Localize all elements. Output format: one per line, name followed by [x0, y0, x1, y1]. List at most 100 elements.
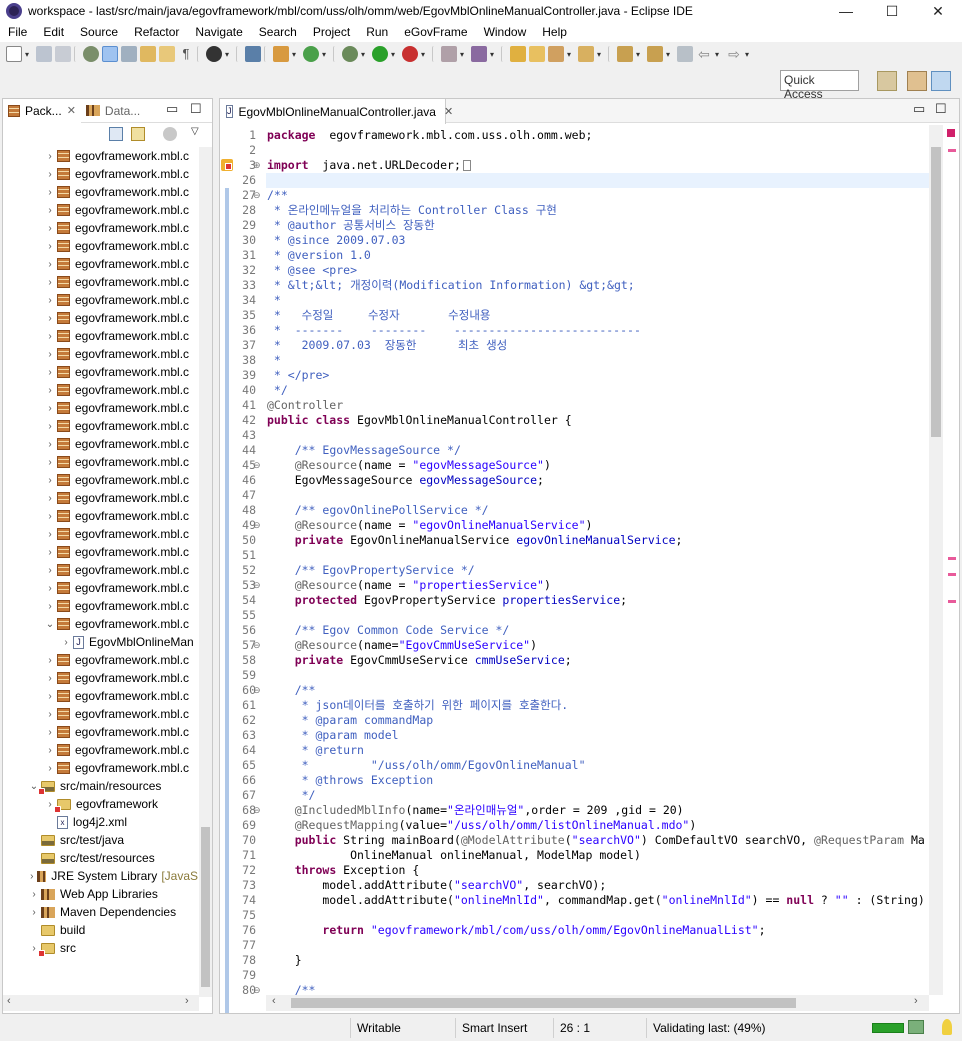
- forward-dropdown-icon[interactable]: ▾: [745, 50, 753, 59]
- maximize-button[interactable]: ☐: [869, 0, 915, 22]
- save-all-icon[interactable]: [55, 46, 71, 62]
- expand-arrow-icon[interactable]: ›: [43, 277, 57, 288]
- egov-perspective-icon[interactable]: [931, 71, 951, 91]
- expand-arrow-icon[interactable]: ›: [43, 241, 57, 252]
- expand-arrow-icon[interactable]: ›: [43, 745, 57, 756]
- tree-item[interactable]: › egovframework.mbl.c: [3, 705, 198, 723]
- paragraph-icon[interactable]: ¶: [178, 46, 194, 62]
- code-line[interactable]: @Resource(name = "egovOnlineManualServic…: [267, 518, 593, 533]
- tree-item[interactable]: › egovframework.mbl.c: [3, 741, 198, 759]
- code-line[interactable]: *: [267, 353, 281, 368]
- code-line[interactable]: * @throws Exception: [267, 773, 434, 788]
- tree-item[interactable]: ⌄ egovframework.mbl.c: [3, 615, 198, 633]
- tree-item[interactable]: › egovframework.mbl.c: [3, 435, 198, 453]
- code-line[interactable]: */: [267, 383, 288, 398]
- expand-arrow-icon[interactable]: ›: [43, 421, 57, 432]
- expand-arrow-icon[interactable]: ›: [43, 655, 57, 666]
- collapse-fold-icon[interactable]: ⊖: [253, 983, 263, 998]
- expand-arrow-icon[interactable]: ›: [43, 511, 57, 522]
- editor-vertical-scrollbar[interactable]: [929, 125, 943, 995]
- code-line[interactable]: package egovframework.mbl.com.uss.olh.om…: [267, 128, 592, 143]
- editor-hscroll-thumb[interactable]: [291, 998, 796, 1008]
- tree-item[interactable]: › J EgovMblOnlineMan: [3, 633, 198, 651]
- ruler-marker[interactable]: [948, 149, 956, 152]
- code-line[interactable]: /** EgovMessageSource */: [267, 443, 461, 458]
- tree-item[interactable]: › egovframework.mbl.c: [3, 165, 198, 183]
- expand-arrow-icon[interactable]: ›: [59, 637, 73, 648]
- tree-item[interactable]: › egovframework.mbl.c: [3, 669, 198, 687]
- close-tab-icon[interactable]: ✕: [67, 104, 76, 117]
- tree-item[interactable]: › egovframework.mbl.c: [3, 507, 198, 525]
- tree-item[interactable]: › egovframework.mbl.c: [3, 453, 198, 471]
- code-line[interactable]: OnlineManual onlineManual, ModelMap mode…: [267, 848, 641, 863]
- code-line[interactable]: public String mainBoard(@ModelAttribute(…: [267, 833, 925, 848]
- prev-annotation-icon[interactable]: [647, 46, 663, 62]
- tree-item[interactable]: › egovframework.mbl.c: [3, 255, 198, 273]
- debug-icon[interactable]: [342, 46, 358, 62]
- tree-scroll-thumb[interactable]: [201, 827, 210, 987]
- expand-arrow-icon[interactable]: ›: [43, 259, 57, 270]
- console-icon[interactable]: [245, 46, 261, 62]
- user-icon[interactable]: [206, 46, 222, 62]
- expand-arrow-icon[interactable]: ›: [43, 547, 57, 558]
- tree-item[interactable]: › egovframework.mbl.c: [3, 651, 198, 669]
- code-line[interactable]: /** Egov Common Code Service */: [267, 623, 510, 638]
- expand-arrow-icon[interactable]: ›: [27, 907, 41, 918]
- expand-arrow-icon[interactable]: ›: [43, 187, 57, 198]
- error-summary-icon[interactable]: [947, 129, 955, 137]
- progress-view-icon[interactable]: [908, 1020, 924, 1034]
- tree-item[interactable]: › JRE System Library [JavaS: [3, 867, 198, 885]
- code-line[interactable]: * ------- -------- ---------------------…: [267, 323, 641, 338]
- editor-scroll-thumb[interactable]: [931, 147, 941, 437]
- code-line[interactable]: public class EgovMblOnlineManualControll…: [267, 413, 572, 428]
- code-line[interactable]: * "/uss/olh/omm/EgovOnlineManual": [267, 758, 586, 773]
- last-edit-icon[interactable]: [677, 46, 693, 62]
- collapse-fold-icon[interactable]: ⊖: [253, 518, 263, 533]
- tree-item[interactable]: › egovframework.mbl.c: [3, 345, 198, 363]
- progress-bar[interactable]: [872, 1023, 904, 1033]
- code-line[interactable]: }: [267, 953, 302, 968]
- code-line[interactable]: * @return: [267, 743, 364, 758]
- back-dropdown-icon[interactable]: ▾: [715, 50, 723, 59]
- menu-source[interactable]: Source: [72, 25, 126, 39]
- code-line[interactable]: *: [267, 293, 281, 308]
- expand-arrow-icon[interactable]: ›: [43, 205, 57, 216]
- tree-item[interactable]: › egovframework.mbl.c: [3, 525, 198, 543]
- maximize-view-icon[interactable]: ☐: [190, 101, 202, 117]
- stop-dropdown-icon[interactable]: ▾: [460, 50, 468, 59]
- collapse-fold-icon[interactable]: ⊖: [253, 803, 263, 818]
- expand-arrow-icon[interactable]: ›: [43, 727, 57, 738]
- expand-arrow-icon[interactable]: ›: [43, 439, 57, 450]
- tree-item[interactable]: › egovframework.mbl.c: [3, 561, 198, 579]
- menu-project[interactable]: Project: [305, 25, 358, 39]
- refresh-dropdown-icon[interactable]: ▾: [322, 50, 330, 59]
- tree-item[interactable]: x log4j2.xml: [3, 813, 198, 831]
- run-external-icon[interactable]: [402, 46, 418, 62]
- menu-edit[interactable]: Edit: [35, 25, 72, 39]
- new-dropdown-icon[interactable]: ▾: [25, 50, 33, 59]
- code-line[interactable]: /** EgovPropertyService */: [267, 563, 475, 578]
- menu-navigate[interactable]: Navigate: [187, 25, 250, 39]
- menu-refactor[interactable]: Refactor: [126, 25, 187, 39]
- code-line[interactable]: * 온라인메뉴얼을 처리하는 Controller Class 구현: [267, 203, 557, 218]
- tree-item[interactable]: › src: [3, 939, 198, 957]
- refresh-icon[interactable]: [303, 46, 319, 62]
- code-line[interactable]: throws Exception {: [267, 863, 420, 878]
- ruler-marker[interactable]: [948, 573, 956, 576]
- overview-ruler[interactable]: [943, 125, 959, 995]
- expand-arrow-icon[interactable]: ›: [43, 367, 57, 378]
- menu-window[interactable]: Window: [476, 25, 535, 39]
- server-dropdown-icon[interactable]: ▾: [292, 50, 300, 59]
- code-line[interactable]: private EgovOnlineManualService egovOnli…: [267, 533, 683, 548]
- code-line[interactable]: /** egovOnlinePollService */: [267, 503, 489, 518]
- coverage-dropdown-icon[interactable]: ▾: [490, 50, 498, 59]
- tree-item[interactable]: › egovframework.mbl.c: [3, 183, 198, 201]
- code-line[interactable]: * 2009.07.03 장동한 최초 생성: [267, 338, 507, 353]
- tree-item[interactable]: › egovframework.mbl.c: [3, 471, 198, 489]
- highlight-icon[interactable]: [102, 46, 118, 62]
- editor-maximize-icon[interactable]: ☐: [935, 101, 947, 117]
- next-annotation-icon[interactable]: [617, 46, 633, 62]
- code-line[interactable]: @IncludedMblInfo(name="온라인매뉴얼",order = 2…: [267, 803, 684, 818]
- code-line[interactable]: * </pre>: [267, 368, 329, 383]
- tree-item[interactable]: › egovframework.mbl.c: [3, 543, 198, 561]
